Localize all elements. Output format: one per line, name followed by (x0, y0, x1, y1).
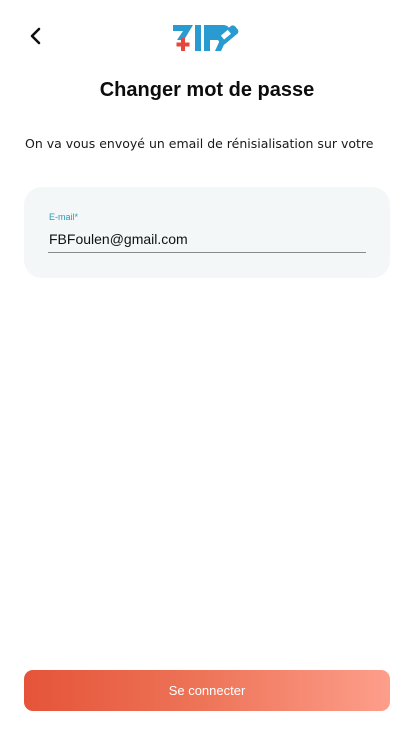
email-field[interactable] (48, 225, 366, 253)
email-label: E-mail* (49, 212, 79, 222)
back-button[interactable] (22, 22, 50, 50)
page-title: Changer mot de passe (99, 79, 315, 101)
medical-cross-logo (173, 25, 239, 51)
email-card: E-mail* (24, 187, 390, 278)
app-logo (171, 22, 243, 54)
description-text: On va vous envoyé un email de rénisialis… (25, 136, 374, 151)
submit-button[interactable]: Se connecter (24, 670, 390, 711)
chevron-left-icon (30, 27, 41, 45)
